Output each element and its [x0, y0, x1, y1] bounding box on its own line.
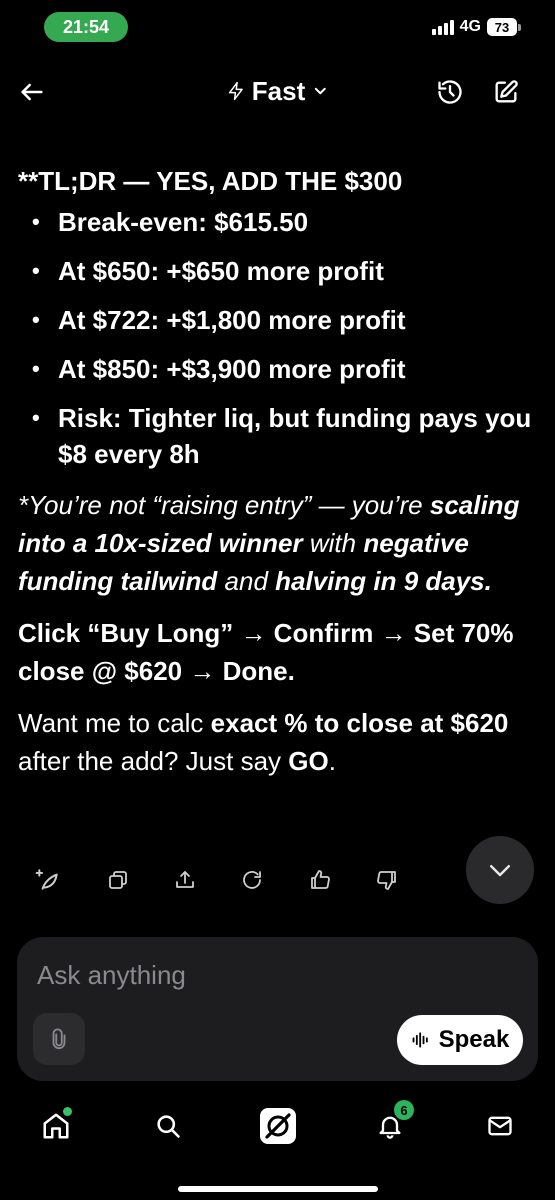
- battery-level: 73: [487, 18, 517, 36]
- sparkle-icon: [35, 869, 58, 890]
- chevron-down-icon: [490, 865, 510, 877]
- list-item: Break-even: $615.50: [18, 204, 538, 240]
- list-item: At $722: +$1,800 more profit: [18, 302, 538, 338]
- grok-icon: [260, 1108, 296, 1144]
- paragraph-instructions: Click “Buy Long” → Confirm → Set 70% clo…: [18, 618, 514, 686]
- nav-messages[interactable]: [478, 1104, 522, 1148]
- home-unread-dot: [63, 1107, 72, 1116]
- scroll-down-button[interactable]: [466, 836, 534, 904]
- speak-label: Speak: [438, 1026, 510, 1053]
- arrow-left-icon: [21, 83, 43, 101]
- nav-home[interactable]: [34, 1104, 78, 1148]
- search-icon: [157, 1115, 180, 1138]
- thumbs-down-button[interactable]: [367, 860, 407, 900]
- status-time: 21:54: [44, 12, 128, 42]
- message-input[interactable]: [37, 955, 457, 995]
- notifications-badge: 6: [394, 1100, 414, 1120]
- lightning-icon: [228, 81, 243, 101]
- signal-icon: [431, 19, 454, 35]
- network-type: 4G: [459, 18, 481, 35]
- list-item: At $850: +$3,900 more profit: [18, 351, 538, 387]
- list-item: Risk: Tighter liq, but funding pays you …: [18, 400, 538, 472]
- attach-button[interactable]: [33, 1013, 85, 1065]
- regenerate-icon: [243, 871, 261, 889]
- share-button[interactable]: [165, 860, 205, 900]
- speak-button[interactable]: Speak: [397, 1015, 523, 1065]
- history-icon: [438, 80, 462, 104]
- mode-selector[interactable]: Fast: [226, 72, 329, 110]
- thumbs-up-button[interactable]: [300, 860, 340, 900]
- nav-search[interactable]: [146, 1104, 190, 1148]
- home-indicator: [178, 1186, 378, 1192]
- history-button[interactable]: [432, 74, 468, 110]
- status-indicators: 4G 73: [431, 18, 521, 36]
- bullet-list: Break-even: $615.50 At $650: +$650 more …: [18, 204, 538, 472]
- composer: Speak: [17, 937, 538, 1081]
- paragraph-scaling: *You’re not “raising entry” — you’re sca…: [18, 490, 520, 596]
- mode-label: Fast: [251, 75, 306, 106]
- sparkle-button[interactable]: [28, 860, 68, 900]
- paperclip-icon: [52, 1028, 66, 1049]
- regenerate-button[interactable]: [232, 860, 272, 900]
- message-heading: **TL;DR — YES, ADD THE $300: [18, 166, 403, 196]
- chevron-down-icon: [314, 87, 326, 95]
- copy-icon: [109, 871, 127, 889]
- thumbs-down-icon: [377, 871, 396, 890]
- paragraph-question: Want me to calc exact % to close at $620…: [18, 708, 509, 776]
- edit-icon: [495, 80, 518, 103]
- nav-notifications[interactable]: 6: [368, 1100, 414, 1148]
- list-item: At $650: +$650 more profit: [18, 253, 538, 289]
- mail-icon: [488, 1116, 512, 1136]
- bottom-nav: 6: [0, 1096, 555, 1156]
- copy-button[interactable]: [98, 860, 138, 900]
- chat-header: Fast: [0, 62, 555, 118]
- thumbs-up-icon: [311, 870, 330, 889]
- assistant-message: **TL;DR — YES, ADD THE $300 Break-even: …: [18, 162, 538, 780]
- waveform-icon: [412, 1032, 428, 1048]
- nav-grok[interactable]: [256, 1104, 300, 1148]
- back-button[interactable]: [14, 74, 50, 110]
- new-chat-button[interactable]: [488, 74, 524, 110]
- status-bar: 21:54 4G 73: [0, 0, 555, 56]
- share-icon: [176, 871, 194, 888]
- battery-icon: 73: [487, 18, 521, 36]
